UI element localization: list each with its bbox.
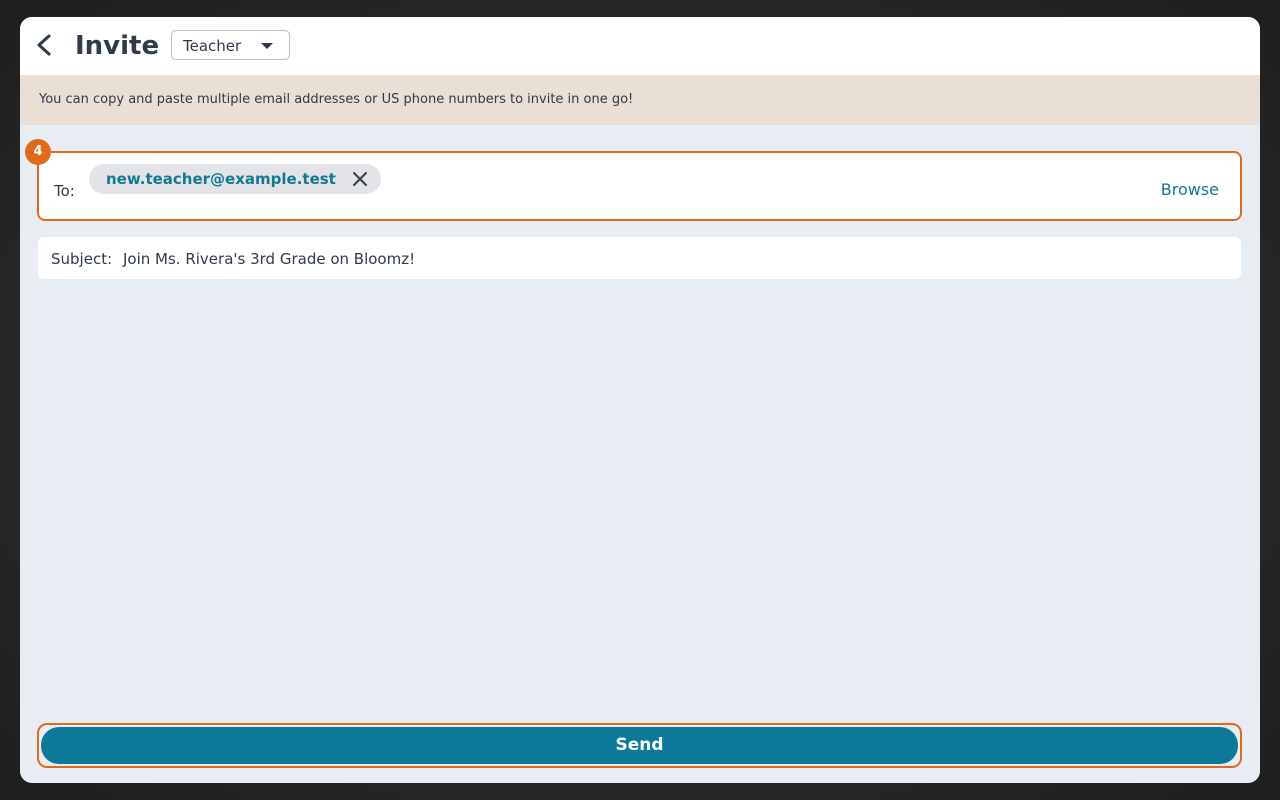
subject-input[interactable]: Join Ms. Rivera's 3rd Grade on Bloomz! xyxy=(123,250,415,268)
step-badge: 4 xyxy=(25,139,51,165)
send-highlight: Send xyxy=(37,723,1242,768)
role-select-value: Teacher xyxy=(183,37,242,55)
close-icon[interactable] xyxy=(351,170,369,188)
info-banner: You can copy and paste multiple email ad… xyxy=(20,75,1260,125)
send-button[interactable]: Send xyxy=(41,727,1238,764)
browse-link[interactable]: Browse xyxy=(1161,180,1219,200)
app-window: Invite Teacher You can copy and paste mu… xyxy=(20,17,1260,783)
chevron-left-icon[interactable] xyxy=(34,33,56,57)
caret-down-icon xyxy=(261,43,273,49)
role-select[interactable]: Teacher xyxy=(171,30,290,60)
subject-field[interactable]: Subject: Join Ms. Rivera's 3rd Grade on … xyxy=(38,237,1241,279)
recipient-chip-text: new.teacher@example.test xyxy=(106,170,336,188)
info-banner-text: You can copy and paste multiple email ad… xyxy=(39,92,634,107)
page-title: Invite xyxy=(75,31,160,61)
to-field[interactable]: To: new.teacher@example.test Browse xyxy=(37,151,1242,221)
subject-label: Subject: xyxy=(51,250,113,268)
recipient-chip[interactable]: new.teacher@example.test xyxy=(89,164,381,194)
header-bar: Invite Teacher xyxy=(20,17,1260,75)
to-label: To: xyxy=(54,182,75,200)
